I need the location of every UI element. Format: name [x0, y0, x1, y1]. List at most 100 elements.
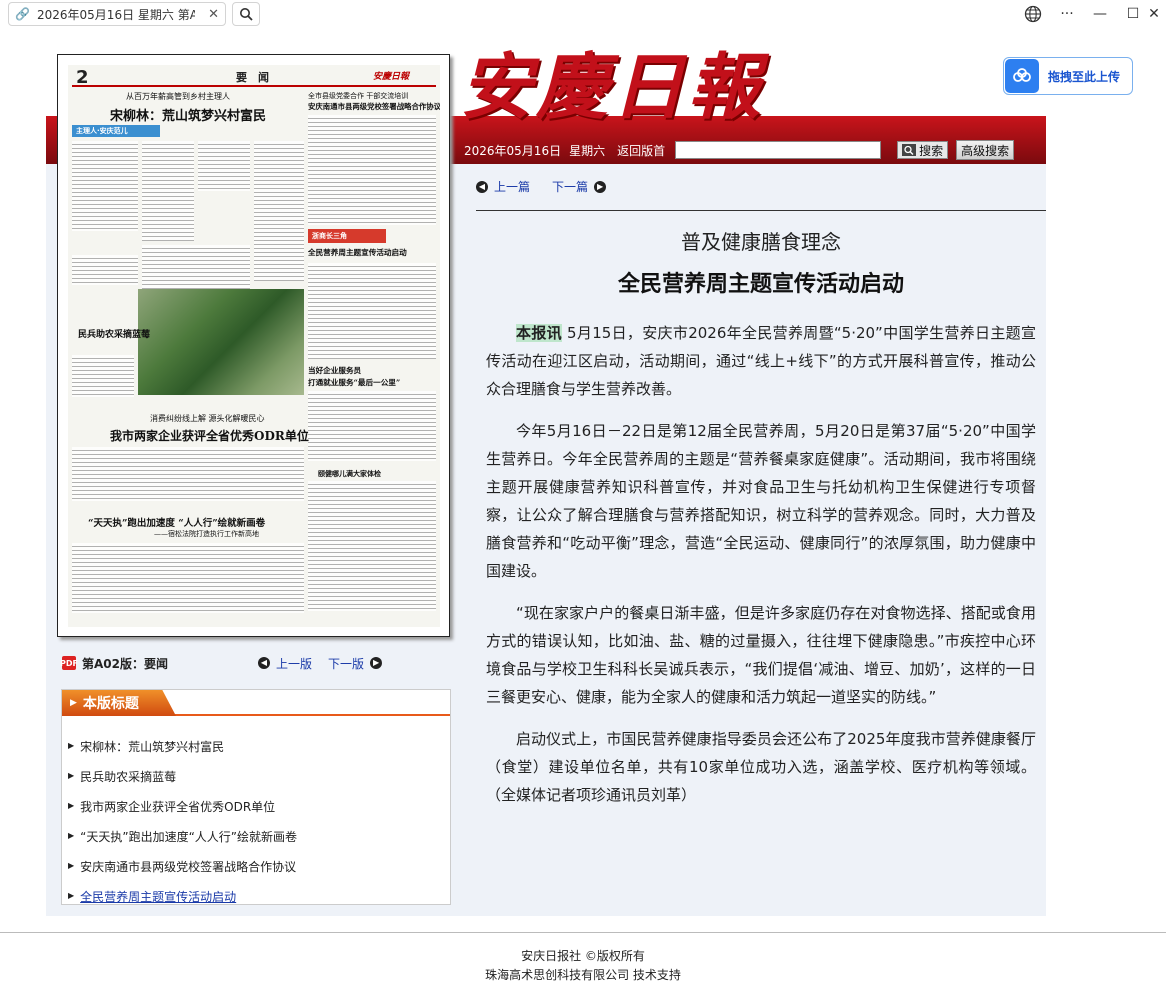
thumb-text-col — [142, 141, 194, 241]
footer-tech-support: 珠海高术思创科技有限公司 技术支持 — [485, 968, 681, 982]
next-page-arrow-icon[interactable]: ▶ — [370, 657, 383, 669]
thumb-headline-right[interactable]: 安庆南通市县两级党校签署战略合作协议 — [308, 101, 440, 112]
headline-item[interactable]: ▶ 民兵助农采摘蓝莓 — [68, 768, 297, 798]
thumb-text-col — [308, 481, 436, 611]
search-tabs-button[interactable] — [232, 2, 260, 26]
close-window-icon[interactable]: ✕ — [1142, 3, 1166, 25]
thumb-text-col — [198, 141, 250, 191]
triangle-right-icon: ▶ — [70, 698, 77, 708]
browser-tab[interactable]: 🔗 2026年05月16日 星期六 第A ✕ — [8, 2, 226, 26]
next-page-link[interactable]: 下一版 — [328, 655, 364, 672]
headline-link[interactable]: 全民营养周主题宣传活动启动 — [80, 888, 236, 904]
article-paragraph: 本报讯 5月15日，安庆市2026年全民营养周暨“5·20”中国学生营养日主题宣… — [486, 319, 1036, 403]
bullet-icon: ▶ — [68, 741, 75, 750]
browser-chrome: 🔗 2026年05月16日 星期六 第A ✕ ··· — ☐ ✕ — [0, 0, 1166, 30]
headlines-title: 本版标题 — [82, 696, 139, 712]
article-body: 本报讯 5月15日，安庆市2026年全民营养周暨“5·20”中国学生营养日主题宣… — [486, 319, 1036, 823]
page-navigation: PDF 第A02版：要闻 ◀ 上一版 下一版 ▶ — [60, 654, 462, 672]
thumb-headline-7[interactable]: 颐健哪儿满大家体检 — [318, 469, 381, 479]
issue-weekday: 星期六 — [569, 143, 606, 158]
thumb-banner-2: 浙商长三角 — [308, 229, 386, 243]
thumb-kicker-right: 全市县级党委合作 干部交流培训 — [308, 92, 409, 100]
advanced-search-button[interactable]: 高级搜索 — [956, 140, 1015, 160]
page-headlines-panel: ▶ 本版标题 ▶ 宋柳林：荒山筑梦兴村富民 ▶ 民兵助农采摘蓝莓 ▶ 我市两家企业获评… — [61, 689, 451, 905]
footer-copyright: 安庆日报社 ©版权所有 — [521, 949, 645, 963]
article-lead: 本报讯 — [516, 324, 562, 342]
thumb-section-title: 要 闻 — [236, 71, 269, 84]
headline-link[interactable]: 民兵助农采摘蓝莓 — [80, 768, 176, 785]
headline-link[interactable]: 安庆南通市县两级党校签署战略合作协议 — [80, 858, 296, 875]
link-icon: 🔗 — [15, 7, 30, 21]
more-options-icon[interactable]: ··· — [1055, 3, 1079, 25]
prev-page-link[interactable]: 上一版 — [276, 655, 312, 672]
thumb-headline-1[interactable]: 宋柳林：荒山筑梦兴村富民 — [110, 105, 266, 124]
headline-item[interactable]: ▶ “天天执”跑出加速度“人人行”绘就新画卷 — [68, 828, 297, 858]
headline-list: ▶ 宋柳林：荒山筑梦兴村富民 ▶ 民兵助农采摘蓝莓 ▶ 我市两家企业获评全省优秀ODR… — [68, 738, 297, 904]
magnifier-icon — [240, 8, 253, 21]
headline-link[interactable]: 我市两家企业获评全省优秀ODR单位 — [80, 798, 275, 815]
newspaper-page-image[interactable]: 2 要 闻 安慶日報 从百万年薪高管到乡村主理人 宋柳林：荒山筑梦兴村富民 主理… — [57, 54, 450, 637]
issue-date: 2026年05月16日 — [464, 143, 562, 158]
thumb-photo-blueberry-picking[interactable] — [138, 289, 304, 395]
headline-link[interactable]: “天天执”跑出加速度“人人行”绘就新画卷 — [80, 828, 297, 845]
thumb-headline-2[interactable]: 民兵助农采摘蓝莓 — [78, 327, 150, 340]
pdf-icon[interactable]: PDF — [60, 656, 78, 670]
headline-link[interactable]: 宋柳林：荒山筑梦兴村富民 — [80, 738, 224, 755]
article-navigation: ◀ 上一篇 下一篇 ▶ — [476, 178, 607, 195]
bullet-icon: ▶ — [68, 891, 75, 900]
thumb-headline-6-sub: ——宿松法院打造执行工作新高地 — [154, 530, 259, 538]
thumb-headline-5[interactable]: 我市两家企业获评全省优秀ODR单位 — [110, 427, 309, 444]
epaper-page: 安慶日報 2026年05月16日 星期六 返回版首 搜索 高级搜索 2 要 闻 … — [46, 34, 1046, 916]
newspaper-thumbnail[interactable]: 2 要 闻 安慶日報 从百万年薪高管到乡村主理人 宋柳林：荒山筑梦兴村富民 主理… — [68, 65, 440, 627]
thumb-text-col — [142, 245, 250, 289]
thumb-header-rule — [72, 85, 436, 87]
thumb-headline-3[interactable]: 全民营养周主题宣传活动启动 — [308, 247, 407, 258]
article-title: 全民营养周主题宣传活动启动 — [617, 272, 904, 297]
thumb-kicker-1: 从百万年薪高管到乡村主理人 — [126, 92, 230, 101]
search-input[interactable] — [675, 141, 882, 159]
globe-icon[interactable] — [1021, 3, 1045, 25]
search-button[interactable]: 搜索 — [897, 141, 949, 159]
tab-title: 2026年05月16日 星期六 第A — [37, 7, 195, 22]
bullet-icon: ▶ — [68, 831, 75, 840]
article-paragraph: 今年5月16日－22日是第12届全民营养周，5月20日是第37届“5·20”中国… — [486, 422, 1036, 580]
article-divider — [476, 210, 1046, 211]
site-footer: 安庆日报社 ©版权所有 珠海高术思创科技有限公司 技术支持 — [0, 932, 1166, 996]
bullet-icon: ▶ — [68, 861, 75, 870]
prev-article-arrow-icon[interactable]: ◀ — [476, 180, 488, 193]
thumb-text-col — [72, 543, 304, 613]
thumb-paper-logo: 安慶日報 — [373, 72, 410, 82]
headline-item[interactable]: ▶ 宋柳林：荒山筑梦兴村富民 — [68, 738, 297, 768]
prev-page-arrow-icon[interactable]: ◀ — [258, 657, 270, 669]
page-label: 第A02版：要闻 — [82, 656, 168, 671]
search-icon — [902, 144, 917, 156]
tab-close-icon[interactable]: ✕ — [208, 7, 219, 22]
thumb-headline-4b[interactable]: 打通就业服务“最后一公里” — [308, 377, 400, 388]
headline-item[interactable]: ▶ 安庆南通市县两级党校签署战略合作协议 — [68, 858, 297, 888]
drag-upload-widget[interactable]: 拖拽至此上传 — [1003, 57, 1133, 95]
next-article-link[interactable]: 下一篇 — [552, 178, 588, 195]
article-paragraph: 启动仪式上，市国民营养健康指导委员会还公布了2025年度我市营养健康餐厅（食堂）… — [486, 730, 1036, 804]
minimize-icon[interactable]: — — [1088, 3, 1112, 25]
next-article-arrow-icon[interactable]: ▶ — [594, 180, 607, 193]
thumb-text-col — [308, 115, 436, 225]
newspaper-logo[interactable]: 安慶日報 — [460, 42, 764, 132]
thumb-text-col — [72, 255, 138, 285]
prev-article-link[interactable]: 上一篇 — [494, 178, 530, 195]
search-bar: 2026年05月16日 星期六 返回版首 搜索 高级搜索 — [464, 140, 1015, 160]
article-paragraph-text: 5月15日，安庆市2026年全民营养周暨“5·20”中国学生营养日主题宣传活动在… — [486, 324, 1036, 398]
headline-item[interactable]: ▶ 我市两家企业获评全省优秀ODR单位 — [68, 798, 297, 828]
headlines-header: ▶ 本版标题 — [62, 690, 450, 716]
back-to-front-link[interactable]: 返回版首 — [617, 142, 665, 159]
thumb-text-col — [308, 391, 436, 461]
headline-item-active[interactable]: ▶ 全民营养周主题宣传活动启动 — [68, 888, 297, 904]
cloud-upload-icon — [1005, 59, 1039, 93]
thumb-text-col — [308, 263, 436, 359]
thumb-text-col — [72, 447, 304, 501]
thumb-headline-4a[interactable]: 当好企业服务员 — [308, 365, 361, 376]
bullet-icon: ▶ — [68, 801, 75, 810]
headlines-tab: ▶ 本版标题 — [62, 690, 176, 716]
upload-widget-label: 拖拽至此上传 — [1048, 69, 1121, 84]
bullet-icon: ▶ — [68, 771, 75, 780]
thumb-headline-6[interactable]: “天天执”跑出加速度 “人人行”绘就新画卷 — [88, 515, 265, 529]
